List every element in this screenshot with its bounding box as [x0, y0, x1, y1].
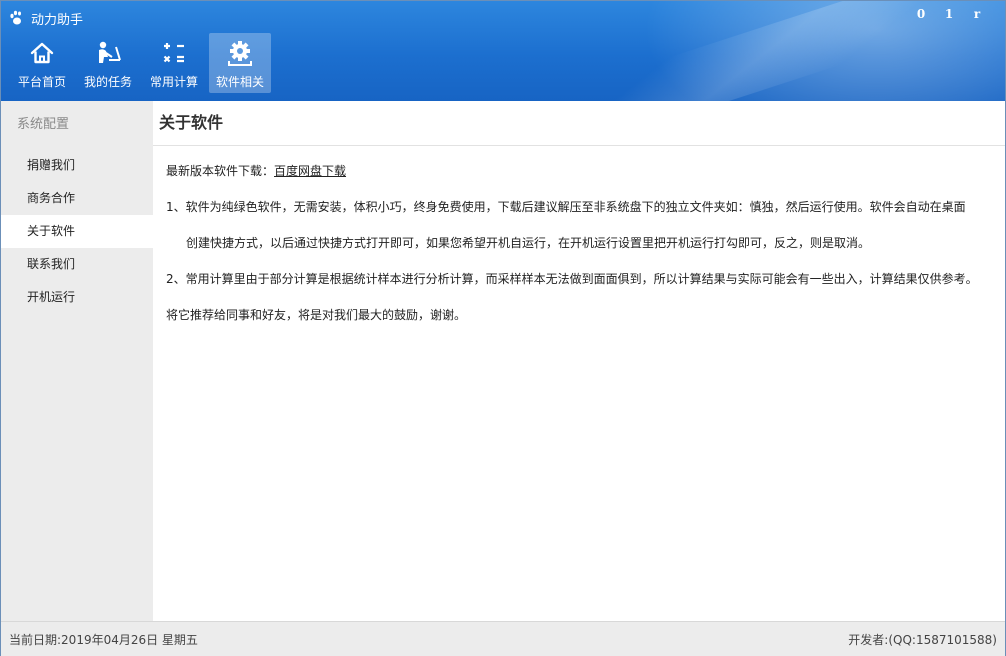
paw-logo-icon	[10, 10, 21, 25]
current-date: 当前日期:2019年04月26日 星期五	[9, 633, 198, 647]
nav-software[interactable]: 软件相关	[209, 33, 271, 93]
nav-home[interactable]: 平台首页	[11, 33, 73, 93]
sidebar-header: 系统配置	[17, 117, 70, 132]
status-bar: 当前日期:2019年04月26日 星期五 开发者:(QQ:1587101588)	[1, 621, 1005, 656]
sidebar: 系统配置 捐赠我们 商务合作 关于软件 联系我们 开机运行	[1, 101, 153, 621]
para1-line2: 创建快捷方式，以后通过快捷方式打开即可，如果您希望开机自运行，在开机运行设置里把…	[186, 236, 871, 250]
app-title-area: 动力助手	[9, 7, 83, 29]
para3: 将它推荐给同事和好友，将是对我们最大的鼓励，谢谢。	[166, 308, 467, 322]
close-button[interactable]: r	[963, 5, 991, 23]
sidebar-item-startup[interactable]: 开机运行	[1, 281, 153, 314]
nav-software-label: 软件相关	[215, 75, 264, 89]
para1-line1: 1、软件为纯绿色软件，无需安装，体积小巧，终身免费使用，下载后建议解压至非系统盘…	[166, 200, 966, 214]
calculator-icon	[163, 43, 184, 63]
app-window: 动力助手 0 1 r 平台首页 我的任务 常用计算 软件相关 系统配置 捐赠我们…	[0, 0, 1006, 656]
main-nav: 平台首页 我的任务 常用计算 软件相关	[11, 33, 271, 93]
page-title: 关于软件	[153, 101, 1005, 146]
developer-info: 开发者:(QQ:1587101588)	[848, 633, 997, 647]
home-icon	[30, 42, 54, 64]
minimize-button[interactable]: 0	[907, 5, 935, 23]
download-line: 最新版本软件下载：百度网盘下载	[166, 162, 1005, 198]
maximize-button[interactable]: 1	[935, 5, 963, 23]
download-prefix: 最新版本软件下载：	[166, 164, 275, 178]
person-desk-icon	[99, 41, 121, 63]
nav-calc[interactable]: 常用计算	[143, 33, 205, 93]
nav-tasks-label: 我的任务	[83, 75, 132, 89]
nav-tasks[interactable]: 我的任务	[77, 33, 139, 93]
download-link[interactable]: 百度网盘下载	[274, 164, 346, 178]
sidebar-item-donate[interactable]: 捐赠我们	[1, 149, 153, 182]
app-title: 动力助手	[31, 12, 84, 28]
sidebar-item-about[interactable]: 关于软件	[1, 215, 153, 248]
nav-home-label: 平台首页	[17, 75, 66, 89]
window-controls: 0 1 r	[907, 5, 991, 23]
sidebar-item-contact[interactable]: 联系我们	[1, 248, 153, 281]
para2: 2、常用计算里由于部分计算是根据统计样本进行分析计算，而采样样本无法做到面面俱到…	[166, 272, 978, 286]
nav-calc-label: 常用计算	[149, 75, 198, 89]
gear-icon	[228, 41, 252, 66]
sidebar-item-business[interactable]: 商务合作	[1, 182, 153, 215]
about-content: 最新版本软件下载：百度网盘下载 1、软件为纯绿色软件，无需安装，体积小巧，终身免…	[153, 146, 1005, 342]
header-bar: 动力助手 0 1 r 平台首页 我的任务 常用计算 软件相关	[1, 1, 1005, 101]
main-panel: 关于软件 最新版本软件下载：百度网盘下载 1、软件为纯绿色软件，无需安装，体积小…	[153, 101, 1005, 621]
